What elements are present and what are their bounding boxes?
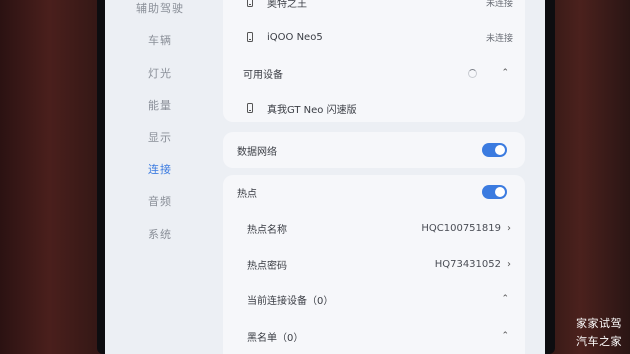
sidebar-item-display[interactable]: 显示 <box>105 129 215 145</box>
available-devices-label: 可用设备 <box>243 69 283 81</box>
device-name: 奥特之王 <box>267 0 307 10</box>
connected-devices-label: 当前连接设备（0） <box>247 295 334 307</box>
hotspot-name-value: HQC100751819 <box>421 222 501 234</box>
phone-icon <box>247 103 253 113</box>
bluetooth-card: 奥特之王 未连接 iQOO Neo5 未连接 可用设备 ⌃ 真我GT Neo 闪… <box>223 0 525 122</box>
loading-spinner-icon <box>468 68 478 78</box>
caret-up-icon: ⌃ <box>501 331 509 341</box>
sidebar-item-energy[interactable]: 能量 <box>105 97 215 113</box>
phone-icon <box>247 32 253 42</box>
available-devices-header[interactable]: 可用设备 ⌃ <box>223 57 525 89</box>
phone-icon <box>247 0 253 7</box>
connected-devices-row[interactable]: 当前连接设备（0） ⌃ <box>223 283 525 315</box>
car-interior-left <box>0 0 110 354</box>
mobile-data-row: 数据网络 <box>223 134 525 166</box>
caret-up-icon: ⌃ <box>501 294 509 304</box>
watermark-line1: 家家试驾 <box>576 317 622 330</box>
paired-device-row[interactable]: 奥特之王 未连接 <box>223 0 525 18</box>
hotspot-label: 热点 <box>237 188 257 200</box>
blacklist-row[interactable]: 黑名单（0） ⌃ <box>223 320 525 352</box>
hotspot-card: 热点 热点名称 HQC100751819 › 热点密码 HQ73431052 ›… <box>223 175 525 354</box>
hotspot-password-label: 热点密码 <box>247 260 287 272</box>
hotspot-name-row[interactable]: 热点名称 HQC100751819 › <box>223 212 525 244</box>
settings-screen: 辅助驾驶 车辆 灯光 能量 显示 连接 音频 系统 奥特之王 未连接 iQOO … <box>105 0 545 354</box>
device-status: 未连接 <box>485 0 513 9</box>
available-device-row[interactable]: 真我GT Neo 闪速版 <box>223 92 525 124</box>
hotspot-toggle[interactable] <box>482 185 507 199</box>
settings-sidebar: 辅助驾驶 车辆 灯光 能量 显示 连接 音频 系统 <box>105 0 215 354</box>
caret-up-icon[interactable]: ⌃ <box>501 68 509 78</box>
mobile-data-toggle[interactable] <box>482 143 507 157</box>
hotspot-row: 热点 <box>223 176 525 208</box>
sidebar-item-audio[interactable]: 音频 <box>105 193 215 209</box>
device-name: iQOO Neo5 <box>267 31 323 43</box>
hotspot-password-row[interactable]: 热点密码 HQ73431052 › <box>223 248 525 280</box>
paired-device-row[interactable]: iQOO Neo5 未连接 <box>223 21 525 53</box>
sidebar-item-connection[interactable]: 连接 <box>105 161 215 177</box>
device-name: 真我GT Neo 闪速版 <box>267 104 357 116</box>
sidebar-item-driver-assist[interactable]: 辅助驾驶 <box>105 0 215 16</box>
sidebar-item-lights[interactable]: 灯光 <box>105 65 215 81</box>
chevron-right-icon: › <box>507 258 511 270</box>
watermark-line2: 汽车之家 <box>576 335 622 348</box>
sidebar-item-system[interactable]: 系统 <box>105 226 215 242</box>
sidebar-item-vehicle[interactable]: 车辆 <box>105 32 215 48</box>
mobile-data-card: 数据网络 <box>223 132 525 168</box>
hotspot-name-label: 热点名称 <box>247 224 287 236</box>
settings-content: 奥特之王 未连接 iQOO Neo5 未连接 可用设备 ⌃ 真我GT Neo 闪… <box>223 0 525 354</box>
chevron-right-icon: › <box>507 222 511 234</box>
device-status: 未连接 <box>485 33 513 44</box>
mobile-data-label: 数据网络 <box>237 146 277 158</box>
hotspot-password-value: HQ73431052 <box>434 258 501 270</box>
blacklist-label: 黑名单（0） <box>247 332 304 344</box>
